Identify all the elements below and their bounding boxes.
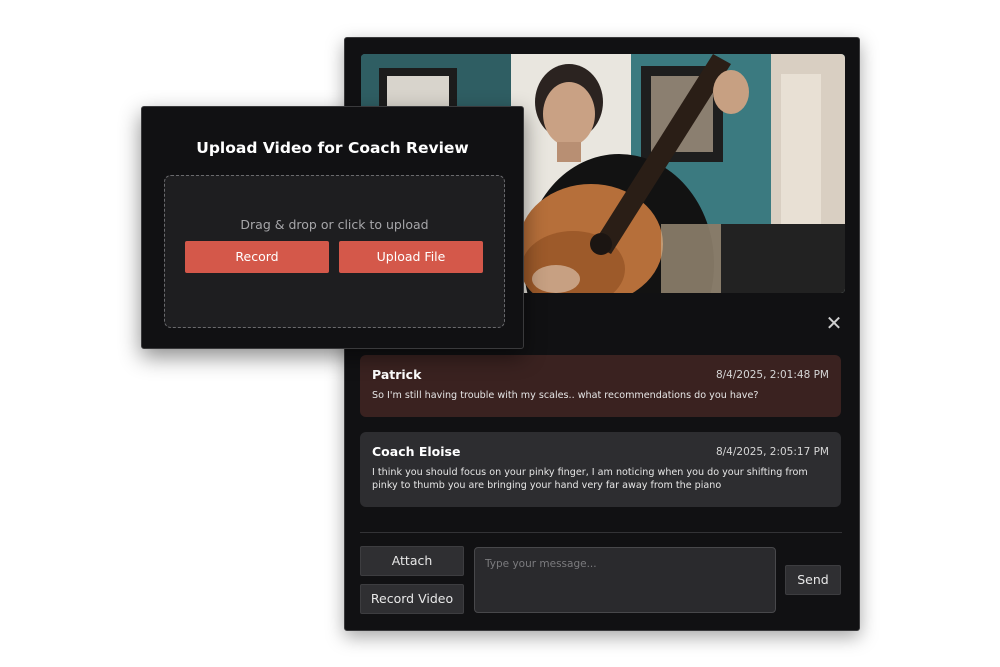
divider	[360, 532, 842, 533]
message-sender: Coach Eloise	[372, 444, 461, 459]
upload-dropzone[interactable]: Drag & drop or click to upload Record Up…	[164, 175, 505, 328]
message-timestamp: 8/4/2025, 2:05:17 PM	[715, 445, 829, 458]
dropzone-hint: Drag & drop or click to upload	[240, 217, 429, 232]
chat-message: Patrick 8/4/2025, 2:01:48 PM So I'm stil…	[360, 355, 841, 417]
message-text: So I'm still having trouble with my scal…	[372, 390, 759, 401]
send-button[interactable]: Send	[785, 565, 841, 595]
attach-button[interactable]: Attach	[360, 546, 464, 576]
message-input[interactable]	[474, 547, 776, 613]
record-video-button[interactable]: Record Video	[360, 584, 464, 614]
message-timestamp: 8/4/2025, 2:01:48 PM	[715, 368, 829, 381]
upload-modal: Upload Video for Coach Review Drag & dro…	[141, 106, 524, 349]
upload-file-button[interactable]: Upload File	[339, 241, 483, 273]
message-sender: Patrick	[372, 367, 422, 382]
message-text: I think you should focus on your pinky f…	[372, 467, 808, 491]
record-button[interactable]: Record	[185, 241, 329, 273]
chat-message: Coach Eloise 8/4/2025, 2:05:17 PM I thin…	[360, 432, 841, 507]
close-icon[interactable]: ✕	[822, 311, 846, 335]
modal-title: Upload Video for Coach Review	[196, 139, 469, 157]
